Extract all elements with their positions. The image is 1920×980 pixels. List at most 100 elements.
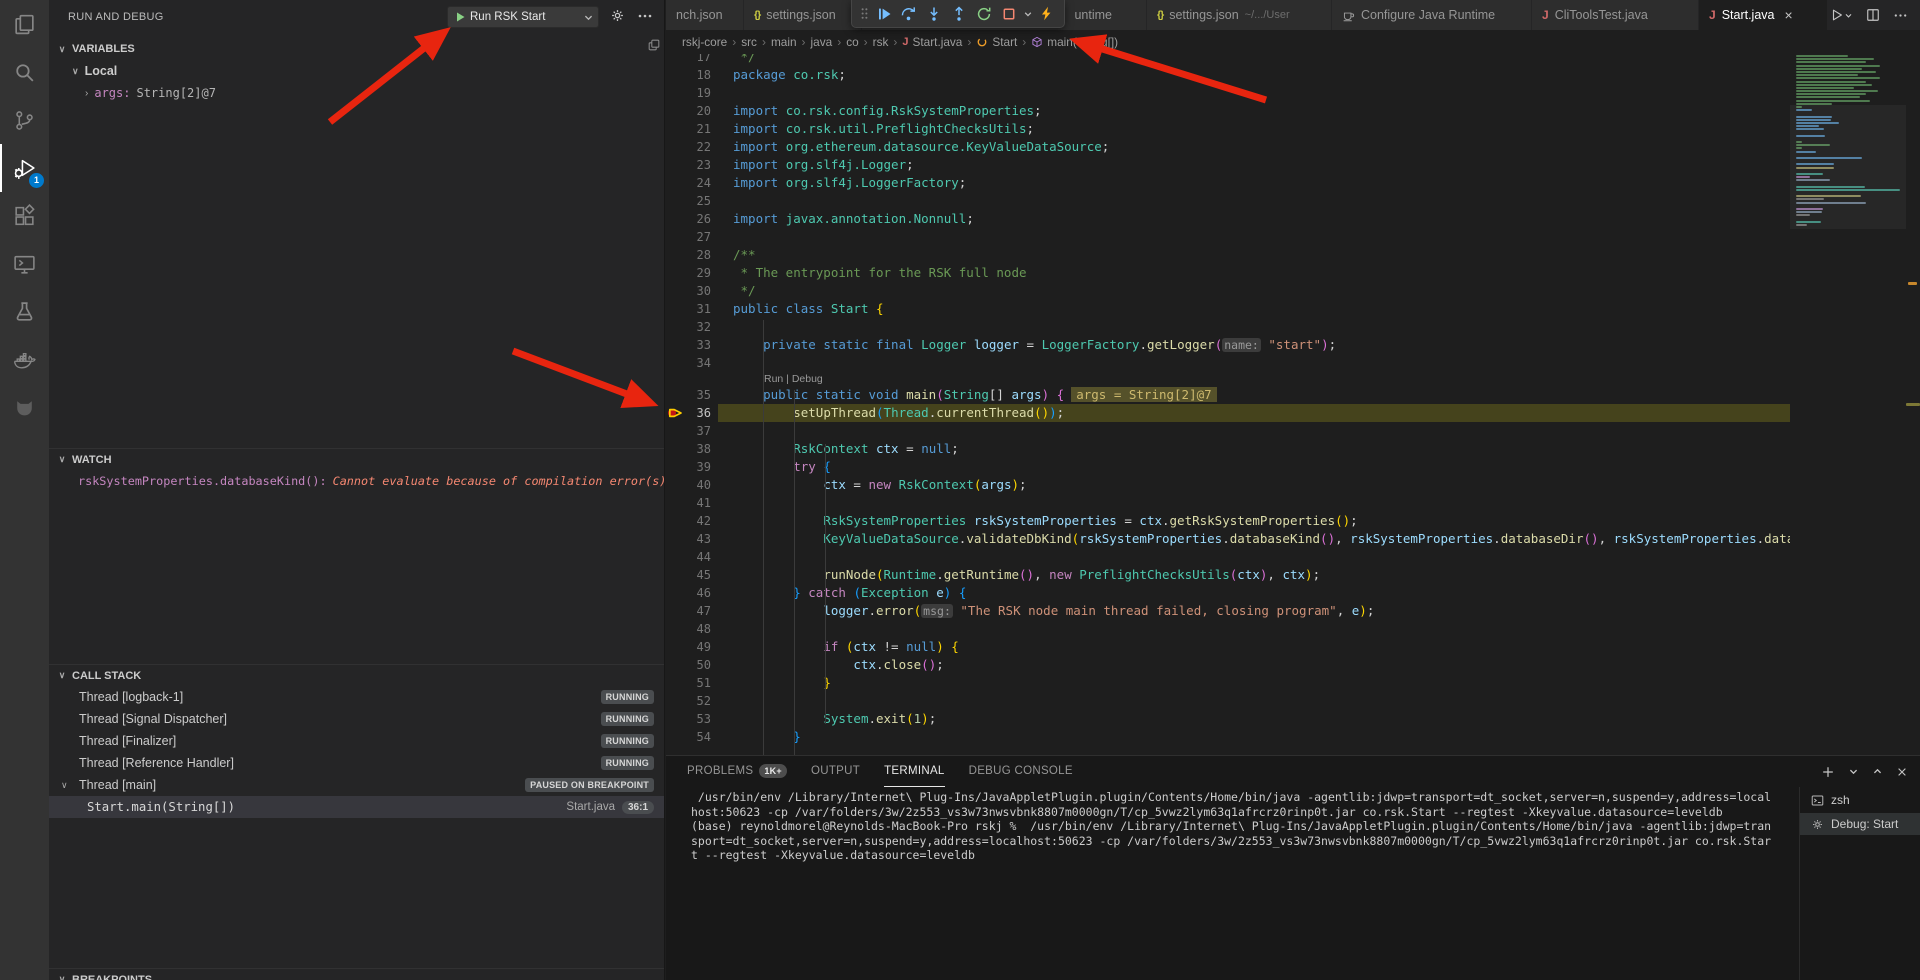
code-line[interactable]: 48 [666,620,1790,638]
drag-handle-icon[interactable] [857,1,871,27]
code-line[interactable]: 29 * The entrypoint for the RSK full nod… [666,264,1790,282]
activity-bar-item-search[interactable] [0,48,49,96]
code-line[interactable]: 52 [666,692,1790,710]
code-line[interactable]: 35 public static void main(String[] args… [666,386,1790,404]
line-number[interactable]: 34 [666,354,711,372]
line-number[interactable]: 44 [666,548,711,566]
code-line[interactable]: 25 [666,192,1790,210]
line-number[interactable]: 27 [666,228,711,246]
line-number[interactable]: 31 [666,300,711,318]
activity-bar-item-testing[interactable] [0,288,49,336]
breadcrumb-item-main-string-[interactable]: main(String[]) [1031,35,1118,49]
code-line[interactable]: 44 [666,548,1790,566]
line-number[interactable]: 23 [666,156,711,174]
gear-icon[interactable] [610,8,625,23]
line-number[interactable]: 33 [666,336,711,354]
code-line[interactable]: 33 private static final Logger logger = … [666,336,1790,354]
code-line[interactable]: 40 ctx = new RskContext(args); [666,476,1790,494]
code-line[interactable]: 54 } [666,728,1790,746]
line-number[interactable]: 46 [666,584,711,602]
line-number[interactable]: 52 [666,692,711,710]
code-line[interactable]: 36 setUpThread(Thread.currentThread()); [666,404,1790,422]
close-tab-icon[interactable]: × [1785,7,1793,23]
line-number[interactable]: 42 [666,512,711,530]
line-number[interactable]: 26 [666,210,711,228]
code-line[interactable]: 22import org.ethereum.datasource.KeyValu… [666,138,1790,156]
line-number[interactable]: 28 [666,246,711,264]
panel-tab-output[interactable]: OUTPUT [811,756,860,787]
activity-bar-item-source-control[interactable] [0,96,49,144]
start-debugging-icon[interactable] [454,11,466,23]
stop-options-chevron-icon[interactable] [1021,1,1034,27]
open-editors-icon[interactable] [647,38,661,52]
line-number[interactable]: 37 [666,422,711,440]
tab-nch-json[interactable]: nch.json [666,0,744,30]
breadcrumb-item-start[interactable]: Start [976,35,1017,49]
codelens-run-debug[interactable]: Run | Debug [666,372,1790,386]
more-actions-icon[interactable] [1893,8,1908,23]
line-number[interactable]: 50 [666,656,711,674]
tab-settings-json[interactable]: {}settings.json~/.../User [1147,0,1332,30]
line-number[interactable]: 22 [666,138,711,156]
restart-button[interactable] [971,1,996,27]
line-number[interactable]: 32 [666,318,711,336]
thread-row[interactable]: Thread [Finalizer]RUNNING [49,730,664,752]
minimap[interactable] [1790,54,1906,755]
line-number[interactable]: 40 [666,476,711,494]
breadcrumb-item-rskj-core[interactable]: rskj-core [682,35,727,49]
line-number[interactable]: 45 [666,566,711,584]
code-line[interactable]: 31public class Start { [666,300,1790,318]
stack-frame-row[interactable]: Start.main(String[]) Start.java 36:1 [49,796,664,818]
activity-bar-item-run-and-debug[interactable]: 1 [0,144,49,192]
variables-scope-local[interactable]: ∨ Local [49,60,664,82]
breadcrumb-item-src[interactable]: src [741,35,757,49]
code-line[interactable]: 41 [666,494,1790,512]
terminal-item-debug-start[interactable]: Debug: Start [1800,813,1920,835]
stop-button[interactable] [996,1,1021,27]
line-number[interactable]: 53 [666,710,711,728]
panel-tab-terminal[interactable]: TERMINAL [884,756,945,787]
line-number[interactable]: 38 [666,440,711,458]
code-line[interactable]: 43 KeyValueDataSource.validateDbKind(rsk… [666,530,1790,548]
step-into-button[interactable] [921,1,946,27]
step-over-button[interactable] [896,1,921,27]
line-number[interactable]: 24 [666,174,711,192]
line-number[interactable]: 21 [666,120,711,138]
line-number[interactable]: 36 [666,404,711,422]
chevron-down-icon[interactable] [583,12,594,23]
line-number[interactable]: 29 [666,264,711,282]
thread-row[interactable]: ∨Thread [main]PAUSED ON BREAKPOINT [49,774,664,796]
code-line[interactable]: 42 RskSystemProperties rskSystemProperti… [666,512,1790,530]
line-number[interactable]: 43 [666,530,711,548]
debug-config-dropdown[interactable]: Run RSK Start [447,6,599,28]
thread-row[interactable]: Thread [Reference Handler]RUNNING [49,752,664,774]
panel-tab-problems[interactable]: PROBLEMS1K+ [687,756,787,787]
breadcrumb-item-co[interactable]: co [846,35,858,49]
code-line[interactable]: 38 RskContext ctx = null; [666,440,1790,458]
activity-bar-item-extensions[interactable] [0,192,49,240]
panel-tab-debug-console[interactable]: DEBUG CONSOLE [969,756,1073,787]
line-number[interactable]: 17 [666,54,711,66]
breadcrumb-item-start-java[interactable]: JStart.java [902,35,962,49]
breadcrumb-item-rsk[interactable]: rsk [873,35,889,49]
breadcrumb-item-main[interactable]: main [771,35,797,49]
variable-args-row[interactable]: › args: String[2]@7 [49,82,664,104]
code-line[interactable]: 53 System.exit(1); [666,710,1790,728]
more-actions-icon[interactable] [637,8,653,24]
line-number[interactable]: 49 [666,638,711,656]
code-line[interactable]: 50 ctx.close(); [666,656,1790,674]
terminal-output[interactable]: /usr/bin/env /Library/Internet\ Plug-Ins… [691,790,1130,863]
continue-button[interactable] [871,1,896,27]
step-out-button[interactable] [946,1,971,27]
watch-expression-row[interactable]: rskSystemProperties.databaseKind(): Cann… [49,470,664,492]
split-editor-icon[interactable] [1866,8,1880,22]
code-line[interactable]: 51 } [666,674,1790,692]
hot-code-replace-button[interactable] [1034,1,1059,27]
activity-bar-item-docker[interactable] [0,336,49,384]
maximize-panel-icon[interactable] [1872,766,1883,777]
code-line[interactable]: 20import co.rsk.config.RskSystemProperti… [666,102,1790,120]
code-line[interactable]: 32 [666,318,1790,336]
thread-row[interactable]: Thread [logback-1]RUNNING [49,686,664,708]
close-panel-icon[interactable] [1896,766,1908,778]
breadcrumb-item-java[interactable]: java [811,35,833,49]
